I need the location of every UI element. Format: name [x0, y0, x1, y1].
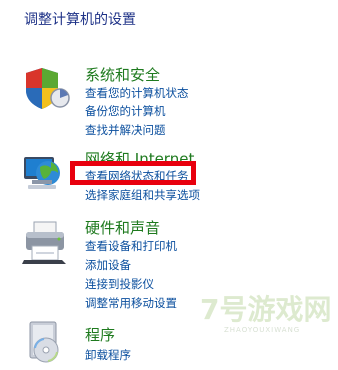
- link-connect-projector[interactable]: 连接到投影仪: [85, 276, 154, 292]
- page-title: 调整计算机的设置: [24, 12, 136, 28]
- link-troubleshoot[interactable]: 查找并解决问题: [85, 122, 166, 138]
- link-devices-printers[interactable]: 查看设备和打印机: [85, 238, 177, 254]
- programs-icon[interactable]: [22, 318, 70, 366]
- category-title-system-security[interactable]: 系统和安全: [85, 64, 160, 85]
- highlight-box: [70, 161, 196, 185]
- printer-icon[interactable]: [22, 218, 70, 266]
- category-title-hardware-sound[interactable]: 硬件和声音: [85, 217, 160, 238]
- network-globe-icon[interactable]: [22, 147, 70, 195]
- link-homegroup-sharing[interactable]: 选择家庭组和共享选项: [85, 187, 200, 203]
- link-view-computer-status[interactable]: 查看您的计算机状态: [85, 85, 189, 101]
- category-title-programs[interactable]: 程序: [85, 324, 115, 345]
- link-mobility-settings[interactable]: 调整常用移动设置: [85, 295, 177, 311]
- shield-icon[interactable]: [22, 64, 70, 112]
- watermark-logo: 7号游戏网: [200, 293, 332, 326]
- link-add-device[interactable]: 添加设备: [85, 257, 131, 273]
- watermark-subtitle: ZHAOYOUXIWANG: [224, 326, 301, 334]
- watermark: 7号游戏网 ZHAOYOUXIWANG: [200, 288, 336, 348]
- link-uninstall-program[interactable]: 卸载程序: [85, 347, 131, 363]
- link-backup-computer[interactable]: 备份您的计算机: [85, 103, 166, 119]
